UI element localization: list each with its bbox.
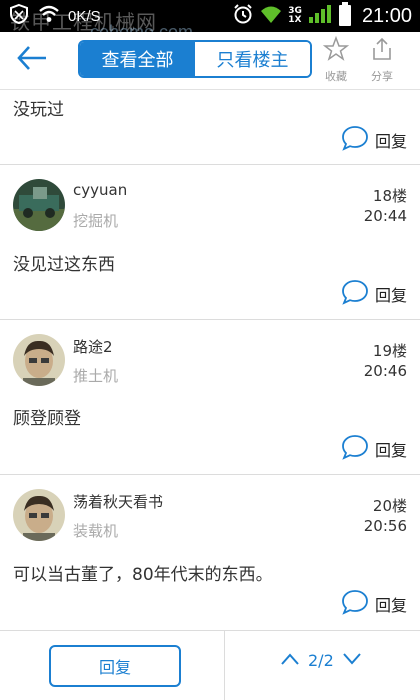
post-user-role: 挖掘机 xyxy=(73,212,119,230)
post-time: 20:56 xyxy=(363,517,407,535)
avatar[interactable] xyxy=(13,179,65,231)
chevron-up-icon[interactable] xyxy=(280,651,300,670)
bottom-bar: 回复 2/2 xyxy=(0,630,420,700)
share-icon xyxy=(369,36,395,66)
favorite-button[interactable]: 收藏 xyxy=(314,35,358,86)
post-reply-label: 回复 xyxy=(374,286,407,305)
pager: 2/2 xyxy=(280,651,362,670)
post-reply-label: 回复 xyxy=(374,441,407,460)
app-bar: 查看全部 只看楼主 收藏 分享 xyxy=(0,32,420,90)
page-indicator[interactable]: 2/2 xyxy=(308,651,334,670)
post-reply-button[interactable]: 回复 xyxy=(341,279,407,309)
post-reply-button[interactable]: 回复 xyxy=(341,589,407,619)
speech-bubble-icon xyxy=(341,279,369,309)
post-content: 没玩过 xyxy=(13,100,64,120)
cell-signal-icon xyxy=(308,5,332,27)
battery-icon xyxy=(338,2,352,30)
post-reply-label: 回复 xyxy=(374,132,407,151)
divider xyxy=(224,631,225,700)
post-content: 顾登顾登 xyxy=(13,409,81,429)
post-item: 路途2 推土机 19楼 20:46 顾登顾登 回复 xyxy=(0,320,420,475)
favorite-label: 收藏 xyxy=(325,70,347,83)
tab-view-all[interactable]: 查看全部 xyxy=(80,42,195,76)
back-button[interactable] xyxy=(12,42,52,78)
post-floor: 20楼 xyxy=(372,497,407,515)
speech-bubble-icon xyxy=(341,125,369,155)
tab-host-only[interactable]: 只看楼主 xyxy=(195,42,310,76)
post-floor: 18楼 xyxy=(372,187,407,205)
post-content: 可以当古董了，80年代末的东西。 xyxy=(13,565,273,585)
status-bar: 0K/S 铁甲工程机械网 cehome.com 3G 1X 21:00 xyxy=(0,0,420,42)
post-time: 20:44 xyxy=(363,207,407,225)
speech-bubble-icon xyxy=(341,434,369,464)
post-floor: 19楼 xyxy=(372,342,407,360)
post-username[interactable]: 路途2 xyxy=(73,336,113,357)
post-username[interactable]: cyyuan xyxy=(73,181,127,199)
avatar[interactable] xyxy=(13,334,65,386)
arrow-left-icon xyxy=(16,44,48,76)
share-button[interactable]: 分享 xyxy=(360,36,404,86)
post-user-role: 推土机 xyxy=(73,367,119,385)
post-item: 荡着秋天看书 装载机 20楼 20:56 可以当古董了，80年代末的东西。 回复 xyxy=(0,475,420,630)
speech-bubble-icon xyxy=(341,589,369,619)
avatar[interactable] xyxy=(13,489,65,541)
reply-button[interactable]: 回复 xyxy=(49,645,181,687)
post-username[interactable]: 荡着秋天看书 xyxy=(73,491,163,512)
post-content: 没见过这东西 xyxy=(13,255,115,275)
alarm-icon xyxy=(232,3,254,29)
post-reply-button[interactable]: 回复 xyxy=(341,434,407,464)
network-type: 3G 1X xyxy=(288,7,302,25)
chevron-down-icon[interactable] xyxy=(342,651,362,670)
network-type-line2: 1X xyxy=(288,15,302,25)
star-icon xyxy=(322,35,350,66)
wifi-signal-icon xyxy=(260,4,282,28)
post-item: cyyuan 挖掘机 18楼 20:44 没见过这东西 回复 xyxy=(0,165,420,320)
post-time: 20:46 xyxy=(363,362,407,380)
view-toggle: 查看全部 只看楼主 xyxy=(78,40,312,78)
post-item: 没玩过 回复 xyxy=(0,91,420,165)
status-time: 21:00 xyxy=(361,4,412,27)
post-reply-button[interactable]: 回复 xyxy=(341,125,407,155)
post-reply-label: 回复 xyxy=(374,596,407,615)
share-label: 分享 xyxy=(371,70,393,83)
post-user-role: 装载机 xyxy=(73,522,119,540)
